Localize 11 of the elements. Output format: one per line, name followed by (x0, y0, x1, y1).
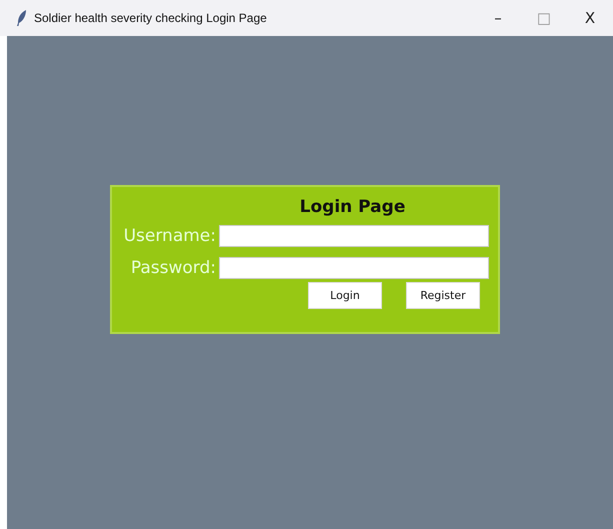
feather-icon (17, 10, 27, 26)
action-button[interactable]: Login (308, 282, 382, 309)
input-field[interactable] (219, 225, 489, 247)
action-button[interactable]: Register (406, 282, 480, 309)
field-label: Password: (130, 258, 217, 278)
field-label: Username: (122, 226, 217, 246)
window-control-button[interactable]: X (567, 0, 613, 36)
login-heading: Login Page (298, 196, 406, 219)
window-control-button[interactable]: – (475, 0, 521, 36)
input-field[interactable] (219, 257, 489, 279)
window-title: Soldier health severity checking Login Page (34, 11, 268, 25)
